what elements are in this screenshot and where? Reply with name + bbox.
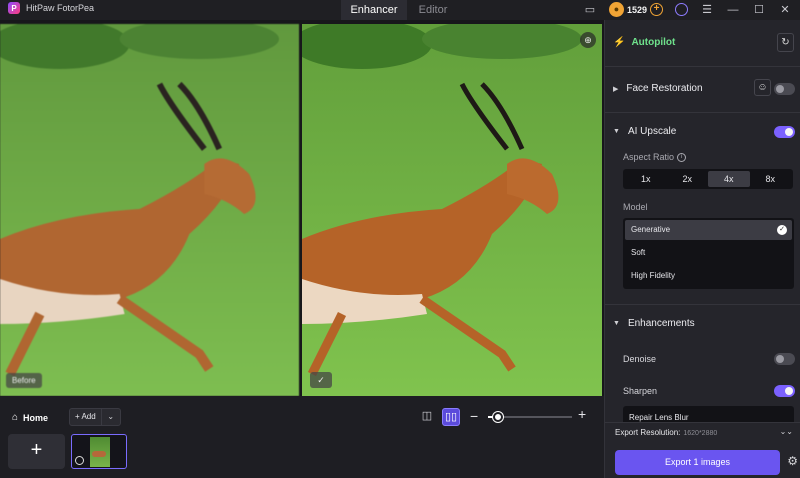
aspect-ratio-text: Aspect Ratio — [623, 152, 675, 162]
home-label: Home — [23, 412, 49, 423]
zoom-in-icon[interactable]: ⊕ — [580, 32, 596, 48]
single-view-icon[interactable]: ◫ — [418, 408, 436, 426]
reset-icon[interactable]: ↻ — [777, 33, 794, 52]
view-mode-toggle: ◫ ▯▯ — [418, 408, 460, 426]
settings-panel: ⚡ Autopilot ↻ ▶ Face Restoration ☺ ▼ AI … — [604, 20, 800, 478]
model-label: Model — [623, 202, 648, 212]
title-bar: P HitPaw FotorPea Enhancer Editor ▭ ● 15… — [0, 0, 800, 20]
compare-check-icon[interactable]: ✓ — [310, 372, 332, 388]
gear-icon[interactable]: ⚙ — [787, 454, 798, 468]
model-high-fidelity[interactable]: High Fidelity — [625, 266, 792, 286]
aspect-1x[interactable]: 1x — [625, 171, 667, 187]
ai-upscale-row[interactable]: ▼ AI Upscale — [613, 126, 676, 137]
model-list: Generative ✓ Soft High Fidelity — [623, 218, 794, 289]
denoise-toggle[interactable] — [774, 353, 795, 365]
ai-upscale-label: AI Upscale — [627, 126, 677, 137]
app-title: HitPaw FotorPea — [26, 3, 95, 13]
export-resolution: Export Resolution: 1620*2880 — [615, 428, 717, 437]
home-button[interactable]: ⌂ Home — [12, 412, 48, 423]
close-icon[interactable]: ✕ — [778, 3, 792, 17]
aspect-ratio-selector: 1x 2x 4x 8x — [623, 169, 793, 189]
denoise-label: Denoise — [623, 354, 657, 364]
menu-icon[interactable]: ☰ — [700, 3, 714, 17]
export-button[interactable]: Export 1 images — [615, 450, 780, 475]
face-icon[interactable]: ☺ — [754, 79, 771, 96]
caret-down-icon: ▼ — [613, 128, 620, 135]
divider — [605, 304, 800, 305]
autopilot-header[interactable]: ⚡ Autopilot — [613, 37, 675, 48]
aspect-2x[interactable]: 2x — [667, 171, 709, 187]
minimize-icon[interactable]: — — [726, 3, 740, 17]
enhancements-row[interactable]: ▼ Enhancements — [613, 318, 695, 329]
credits-count: 1529 — [626, 4, 647, 15]
divider — [605, 66, 800, 67]
before-badge: Before — [6, 373, 42, 388]
buy-credits-icon[interactable]: + — [650, 3, 663, 16]
bottom-bar: ⌂ Home + Add ⌄ ◫ ▯▯ − + + — [0, 396, 604, 478]
model-soft[interactable]: Soft — [625, 243, 792, 263]
thumbnail-preview — [90, 437, 110, 467]
image-thumbnail[interactable] — [71, 434, 127, 469]
home-icon: ⌂ — [12, 412, 19, 423]
after-image: ⊕ ✓ — [302, 24, 602, 396]
sharpen-toggle[interactable] — [774, 385, 795, 397]
tab-enhancer[interactable]: Enhancer — [341, 0, 407, 20]
clock-icon — [75, 456, 84, 465]
aspect-ratio-label: Aspect Ratio i — [623, 152, 687, 163]
titlebar-actions: ▭ ● 1529 + ☰ — ☐ ✕ — [583, 2, 792, 17]
check-icon: ✓ — [777, 225, 787, 235]
add-text: Add — [81, 412, 96, 421]
caret-down-icon: ▼ — [613, 320, 620, 327]
coin-icon: ● — [608, 2, 624, 17]
autopilot-label: Autopilot — [631, 37, 676, 48]
app-logo: P — [8, 2, 20, 14]
enhancements-label: Enhancements — [627, 318, 695, 329]
caret-right-icon: ▶ — [613, 85, 619, 93]
chevron-down-icon[interactable]: ⌄ — [102, 409, 120, 425]
maximize-icon[interactable]: ☐ — [752, 3, 766, 17]
face-restoration-label: Face Restoration — [626, 83, 703, 94]
before-image: Before — [0, 24, 299, 396]
sharpen-label: Sharpen — [623, 386, 658, 396]
add-label[interactable]: + Add — [70, 409, 102, 425]
screen-icon[interactable]: ▭ — [583, 3, 597, 17]
add-button[interactable]: + Add ⌄ — [69, 408, 121, 426]
lightning-icon: ⚡ — [613, 37, 626, 48]
split-view-icon[interactable]: ▯▯ — [442, 408, 460, 426]
zoom-out-icon[interactable]: − — [470, 408, 478, 424]
face-restoration-row[interactable]: ▶ Face Restoration — [613, 83, 703, 94]
model-generative-label: Generative — [631, 225, 671, 234]
zoom-slider-thumb[interactable] — [493, 412, 503, 422]
divider — [605, 112, 800, 113]
model-generative[interactable]: Generative ✓ — [625, 220, 792, 240]
add-image-button[interactable]: + — [8, 434, 65, 469]
app-brand: P HitPaw FotorPea — [8, 2, 94, 14]
collapse-icon[interactable]: ⌄⌄ — [780, 427, 793, 436]
user-icon[interactable] — [675, 3, 688, 16]
zoom-in-plus-icon[interactable]: + — [578, 406, 586, 422]
credits-display[interactable]: ● 1529 + — [608, 2, 663, 17]
export-area: Export Resolution: 1620*2880 ⌄⌄ Export 1 … — [605, 422, 800, 478]
aspect-8x[interactable]: 8x — [750, 171, 792, 187]
export-resolution-label: Export Resolution: — [615, 428, 681, 437]
export-resolution-value: 1620*2880 — [683, 430, 718, 437]
face-restoration-toggle[interactable] — [774, 83, 795, 95]
info-icon[interactable]: i — [677, 153, 687, 163]
ai-upscale-toggle[interactable] — [774, 126, 795, 138]
aspect-4x[interactable]: 4x — [708, 171, 750, 187]
tab-editor[interactable]: Editor — [409, 0, 457, 20]
